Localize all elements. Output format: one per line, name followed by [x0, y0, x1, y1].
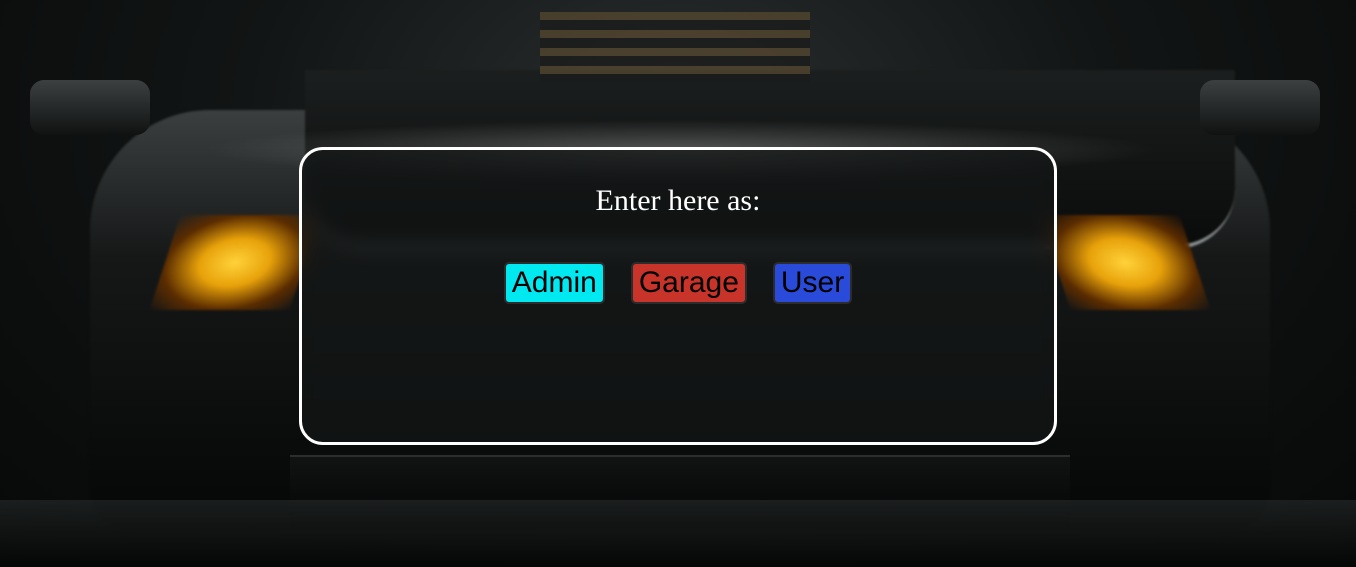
- role-button-row: Admin Garage User: [302, 262, 1054, 304]
- car-vent: [540, 12, 810, 82]
- admin-button[interactable]: Admin: [503, 262, 605, 304]
- background-car-image: Enter here as: Admin Garage User: [0, 0, 1356, 567]
- ground: [0, 500, 1356, 567]
- car-mirror-right: [1200, 80, 1320, 135]
- user-button[interactable]: User: [772, 262, 853, 304]
- panel-title: Enter here as:: [595, 184, 761, 217]
- login-role-panel: Enter here as: Admin Garage User: [299, 147, 1057, 445]
- garage-button[interactable]: Garage: [630, 262, 747, 304]
- car-mirror-left: [30, 80, 150, 135]
